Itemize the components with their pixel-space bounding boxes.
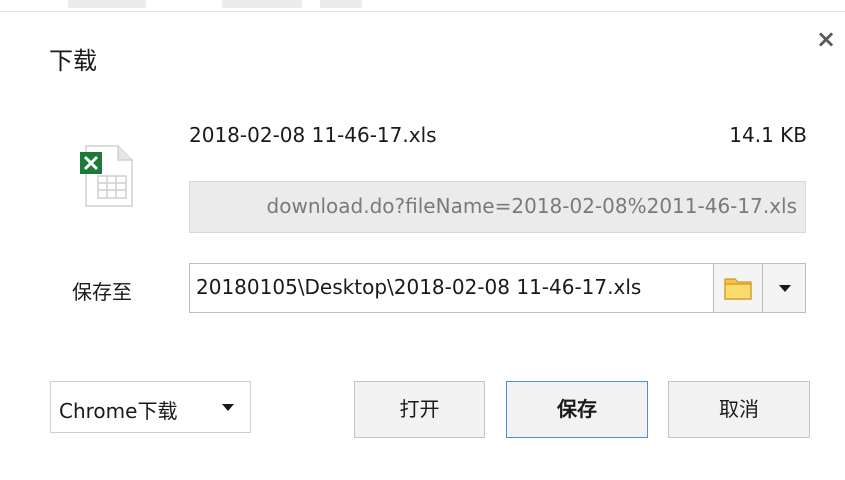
download-location-value: Chrome下载 bbox=[59, 399, 178, 423]
save-path-input[interactable]: 20180105\Desktop\2018-02-08 11-46-17.xls bbox=[189, 263, 714, 313]
folder-icon bbox=[724, 278, 752, 300]
background-tab bbox=[222, 0, 302, 8]
save-to-label: 保存至 bbox=[72, 280, 132, 304]
background-strip bbox=[0, 0, 845, 12]
file-name: 2018-02-08 11-46-17.xls bbox=[189, 123, 437, 147]
file-size: 14.1 KB bbox=[729, 123, 807, 147]
background-tab bbox=[320, 0, 362, 8]
cancel-button[interactable]: 取消 bbox=[668, 381, 810, 438]
save-path-text: 20180105\Desktop\2018-02-08 11-46-17.xls bbox=[196, 275, 642, 299]
save-button[interactable]: 保存 bbox=[506, 381, 648, 438]
browse-folder-button[interactable] bbox=[713, 263, 763, 313]
save-path-dropdown-button[interactable] bbox=[762, 263, 806, 313]
download-url-field: download.do?fileName=2018-02-08%2011-46-… bbox=[189, 181, 806, 233]
excel-file-icon bbox=[80, 144, 136, 208]
chevron-down-icon bbox=[222, 404, 234, 411]
download-location-select[interactable]: Chrome下载 bbox=[50, 381, 251, 433]
download-dialog: 下载 × 2018-02-08 11-46-17.xls 14.1 KB dow… bbox=[0, 0, 845, 480]
dialog-title: 下载 bbox=[49, 47, 97, 75]
close-icon[interactable]: × bbox=[814, 27, 838, 51]
download-url-text: download.do?fileName=2018-02-08%2011-46-… bbox=[266, 194, 797, 218]
background-tab bbox=[68, 0, 146, 8]
chevron-down-icon bbox=[779, 285, 791, 292]
open-button[interactable]: 打开 bbox=[354, 381, 485, 438]
